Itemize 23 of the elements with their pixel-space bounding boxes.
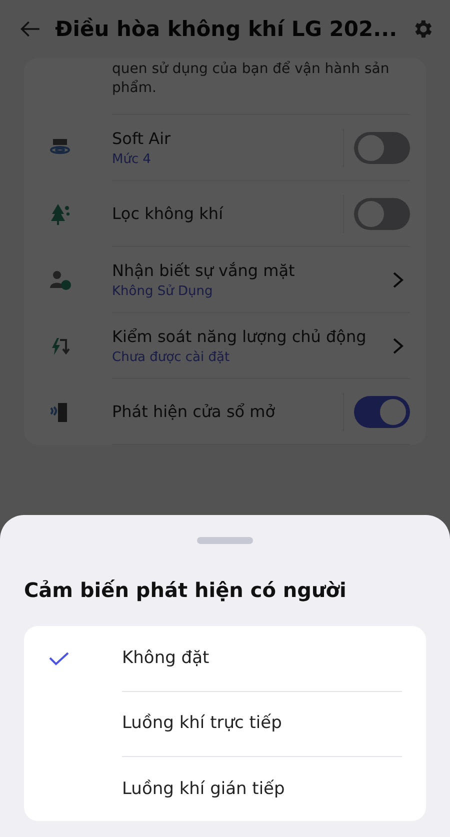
setting-label: Phát hiện cửa sổ mở	[112, 402, 276, 421]
toggle-switch[interactable]	[354, 198, 410, 230]
setting-label: Kiểm soát năng lượng chủ động	[112, 326, 368, 346]
setting-label: Lọc không khí	[112, 204, 224, 223]
description-text: quen sử dụng của bạn để vận hành sản phẩm.	[112, 58, 410, 115]
setting-value: Chưa được cài đặt	[112, 350, 231, 364]
setting-value: Không Sử Dụng	[112, 284, 214, 298]
setting-value: Mức 4	[112, 152, 152, 166]
sheet-title: Cảm biến phát hiện có người	[23, 577, 348, 602]
option-item[interactable]: Không đặt	[48, 626, 402, 691]
person-icon	[48, 268, 72, 292]
option-item[interactable]: Luồng khí gián tiếp	[48, 756, 402, 821]
tree-icon	[48, 202, 72, 226]
drag-handle[interactable]	[197, 537, 253, 544]
setting-label: Soft Air	[112, 128, 172, 148]
toggle-switch[interactable]	[354, 396, 410, 428]
option-item[interactable]: Luồng khí trực tiếp	[48, 691, 402, 756]
chevron-icon[interactable]	[392, 270, 404, 288]
back-icon[interactable]	[20, 19, 42, 39]
toggle-switch[interactable]	[354, 132, 410, 164]
chevron-icon[interactable]	[392, 336, 404, 354]
setting-label: Nhận biết sự vắng mặt	[112, 260, 296, 280]
window-title: Điều hòa không khí LG 202...	[55, 17, 398, 41]
